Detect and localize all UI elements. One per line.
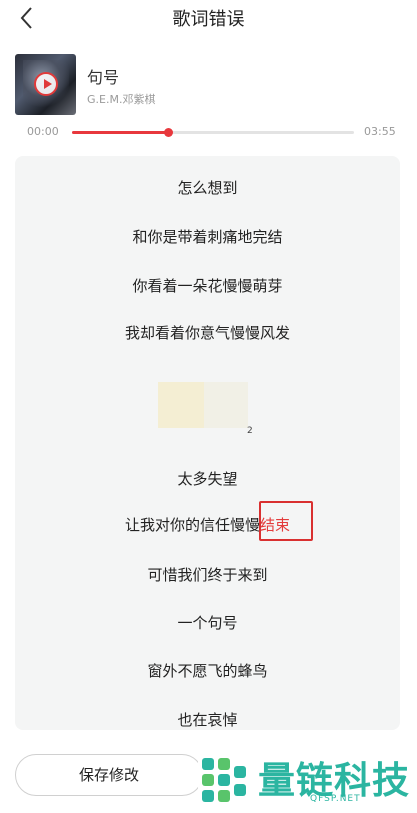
lyric-line[interactable]: 一个句号	[15, 612, 400, 633]
save-button[interactable]: 保存修改	[15, 754, 203, 796]
lyrics-panel[interactable]: 怎么想到 和你是带着刺痛地完结 你看着一朵花慢慢萌芽 我却看着你意气慢慢风发 2…	[15, 156, 400, 730]
lyric-text: 让我对你的信任慢慢	[124, 516, 260, 534]
song-info: 句号 G.E.M.邓紫棋	[15, 54, 405, 116]
song-title: 句号	[87, 68, 120, 87]
lyric-line[interactable]: 也在哀悼	[15, 709, 400, 730]
header-bar: 歌词错误	[0, 0, 417, 36]
redacted-area	[204, 382, 248, 428]
lyric-line[interactable]: 窗外不愿飞的蜂鸟	[15, 660, 400, 681]
lyric-line-edited[interactable]: 让我对你的信任慢慢结束	[15, 514, 400, 535]
lyric-highlight-text: 结束	[260, 516, 291, 534]
current-time: 00:00	[27, 125, 59, 138]
progress-fill	[72, 131, 168, 134]
progress-knob[interactable]	[163, 128, 173, 137]
page-title: 歌词错误	[172, 9, 245, 30]
lyric-line[interactable]: 和你是带着刺痛地完结	[15, 226, 400, 247]
watermark: 量链科技 QFSP.NET	[198, 748, 417, 810]
play-icon[interactable]	[34, 72, 58, 96]
watermark-url: QFSP.NET	[310, 794, 361, 804]
redacted-area	[158, 382, 204, 428]
lyric-line[interactable]: 太多失望	[15, 468, 400, 489]
playback-progress: 00:00 03:55	[0, 124, 417, 140]
lyric-line[interactable]: 可惜我们终于来到	[15, 564, 400, 585]
brand-logo-icon	[202, 758, 246, 802]
album-cover[interactable]	[15, 54, 76, 115]
redaction-mark: 2	[247, 426, 253, 436]
lyric-line[interactable]: 我却看着你意气慢慢风发	[15, 322, 400, 343]
song-artist: G.E.M.邓紫棋	[87, 93, 156, 106]
progress-slider[interactable]	[72, 128, 354, 137]
lyric-line[interactable]: 你看着一朵花慢慢萌芽	[15, 275, 400, 296]
lyric-line[interactable]: 怎么想到	[15, 177, 400, 198]
total-time: 03:55	[364, 125, 396, 138]
